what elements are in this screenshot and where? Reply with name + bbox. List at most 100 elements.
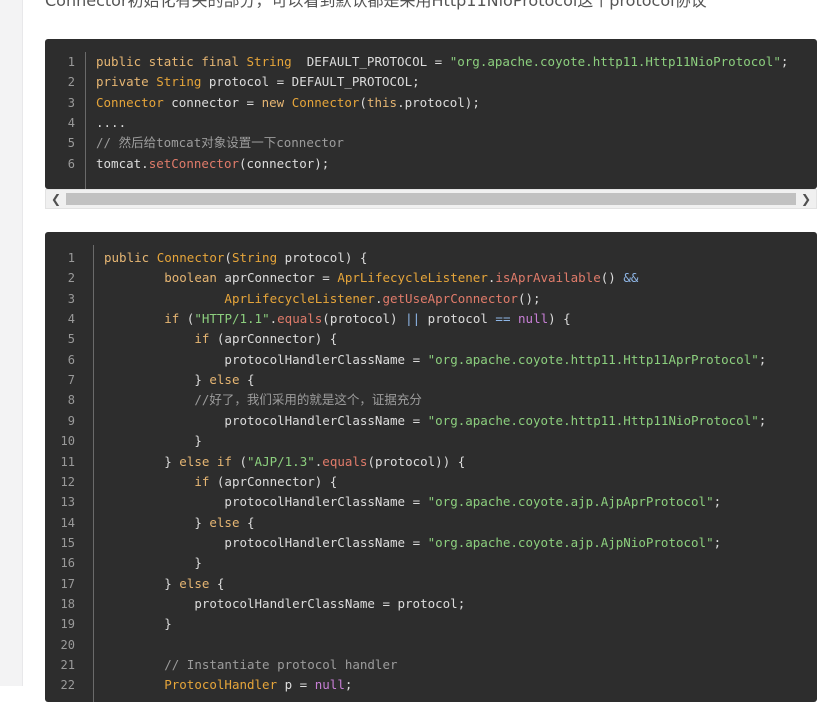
code-token: ProtocolHandler xyxy=(164,677,278,693)
code-line: // Instantiate protocol handler xyxy=(104,655,397,675)
code-token: () xyxy=(600,270,624,286)
code-token: Connector xyxy=(156,250,225,265)
code-token: setConnector xyxy=(148,155,239,171)
code-token: ) { xyxy=(548,311,571,327)
code-line: protocolHandlerClassName = "org.apache.c… xyxy=(104,411,766,431)
article-intro-text: Connector初始化有关的部分，可以看到默认都是采用Http11NioPro… xyxy=(45,0,707,10)
code-token: equals xyxy=(322,453,368,469)
code-token: (aprConnector) { xyxy=(209,331,338,347)
code-line: } else { xyxy=(104,370,255,390)
scroll-left-icon[interactable]: ❮ xyxy=(46,190,66,208)
code-token: (protocol)) { xyxy=(367,453,466,469)
code-token: ; xyxy=(758,412,767,428)
code-line: } xyxy=(104,431,202,451)
code-line: } xyxy=(104,614,172,634)
code-token: || xyxy=(405,311,421,327)
code-token: Connector xyxy=(291,94,360,110)
code-token: { xyxy=(239,372,255,388)
code-token: ( xyxy=(224,250,232,265)
code-token: tomcat. xyxy=(96,155,149,171)
code-token: protocol xyxy=(420,311,496,327)
code-token: && xyxy=(623,270,639,286)
code-token: ; xyxy=(713,534,722,550)
horizontal-scrollbar[interactable]: ❮ ❯ xyxy=(45,189,817,209)
code-token: private xyxy=(96,74,157,90)
code-token: } xyxy=(164,616,172,632)
scroll-thumb[interactable] xyxy=(66,193,796,205)
code-token: this xyxy=(366,94,398,110)
code-token: ; xyxy=(344,677,353,693)
code-token: protocol) { xyxy=(277,250,368,265)
code-line: } else if ("AJP/1.3".equals(protocol)) { xyxy=(104,452,465,472)
code-token: else xyxy=(209,514,240,530)
code-token: } xyxy=(194,433,202,449)
code-line: protocolHandlerClassName = "org.apache.c… xyxy=(104,492,721,512)
code-token: p = xyxy=(277,677,315,693)
code-line: if ("HTTP/1.1".equals(protocol) || proto… xyxy=(104,309,571,329)
code-token: ( xyxy=(179,311,195,327)
code-line: protocolHandlerClassName = protocol; xyxy=(104,594,465,614)
code-line: private String protocol = DEFAULT_PROTOC… xyxy=(96,72,420,92)
code-token: equals xyxy=(277,311,323,327)
code-token: ; xyxy=(780,54,789,69)
code-token: } xyxy=(164,453,180,469)
code-token: if xyxy=(194,473,210,489)
code-token: public static final xyxy=(96,54,247,69)
code-content: public static final String DEFAULT_PROTO… xyxy=(45,39,817,189)
code-token: isAprAvailable xyxy=(495,270,601,286)
code-token: } xyxy=(194,372,210,388)
code-token: "org.apache.coyote.ajp.AjpNioProtocol" xyxy=(427,534,714,550)
code-line: if (aprConnector) { xyxy=(104,329,337,349)
code-token: == xyxy=(495,311,511,327)
code-token: else xyxy=(179,575,210,591)
code-line: Connector connector = new Connector(this… xyxy=(96,93,480,113)
code-line: boolean aprConnector = AprLifecycleListe… xyxy=(104,268,638,288)
code-line: AprLifecycleListener.getUseAprConnector(… xyxy=(104,289,540,309)
code-token: AprLifecycleListener xyxy=(224,290,375,306)
code-token: getUseAprConnector xyxy=(382,290,518,306)
code-token: .... xyxy=(96,115,127,131)
code-content: public Connector(String protocol) { bool… xyxy=(45,232,817,702)
code-token: } xyxy=(194,555,202,571)
code-token: ( xyxy=(359,94,367,110)
code-token: "HTTP/1.1" xyxy=(194,311,270,327)
code-token: protocolHandlerClassName = xyxy=(224,412,428,428)
code-block-1: 123456 public static final String DEFAUL… xyxy=(45,39,817,189)
code-token: public xyxy=(104,250,157,265)
code-token: connector = xyxy=(163,94,262,110)
code-line: } xyxy=(104,553,202,573)
code-token: .protocol); xyxy=(397,94,480,110)
code-token: Connector xyxy=(96,94,164,110)
code-token: ( xyxy=(231,453,248,469)
code-token: // 然后给tomcat对象设置一下connector xyxy=(96,135,344,151)
code-token: protocol = DEFAULT_PROTOCOL; xyxy=(201,74,420,90)
code-line: public Connector(String protocol) { xyxy=(104,248,367,268)
code-line: public static final String DEFAULT_PROTO… xyxy=(96,52,788,72)
code-token: aprConnector = xyxy=(216,270,338,286)
code-token: "org.apache.coyote.http11.Http11NioProto… xyxy=(427,412,759,428)
code-token: ; xyxy=(758,351,767,367)
code-line: if (aprConnector) { xyxy=(104,472,337,492)
code-line: protocolHandlerClassName = "org.apache.c… xyxy=(104,533,721,553)
scroll-right-icon[interactable]: ❯ xyxy=(796,190,816,208)
code-token: { xyxy=(209,575,225,591)
code-token: null xyxy=(518,311,549,327)
code-token: protocolHandlerClassName = protocol; xyxy=(194,595,466,611)
code-token: protocolHandlerClassName = xyxy=(224,351,428,367)
code-token: ; xyxy=(713,494,722,510)
